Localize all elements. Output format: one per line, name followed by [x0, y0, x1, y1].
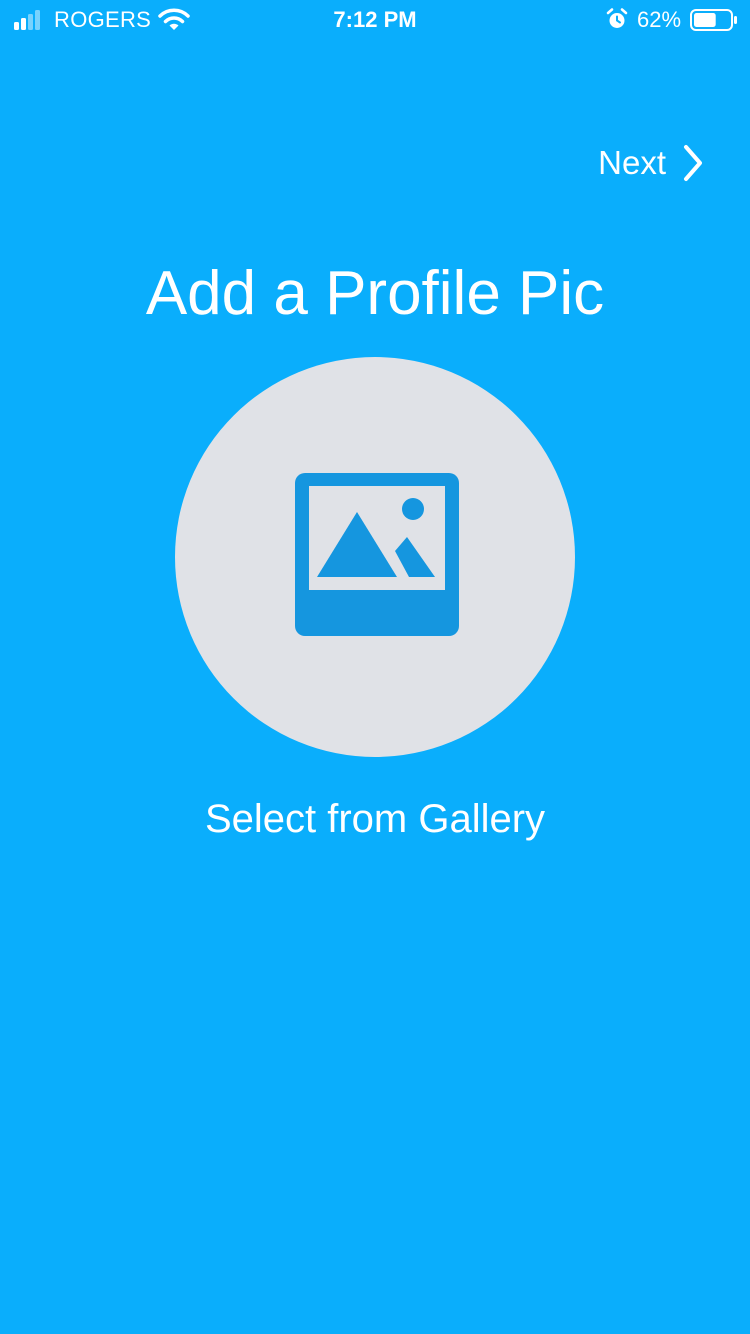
next-button[interactable]: Next [598, 143, 704, 183]
alarm-clock-icon [606, 8, 628, 28]
profile-pic-picker[interactable] [175, 357, 575, 757]
select-from-gallery-link[interactable]: Select from Gallery [0, 797, 750, 842]
next-label: Next [598, 144, 666, 181]
image-gallery-icon [295, 473, 459, 636]
page-title: Add a Profile Pic [145, 259, 605, 328]
battery-icon [690, 9, 737, 31]
status-bar: ROGERS 7:12 PM 62% [0, 0, 750, 40]
battery-percent: 62% [637, 7, 682, 32]
chevron-right-icon [684, 145, 702, 181]
